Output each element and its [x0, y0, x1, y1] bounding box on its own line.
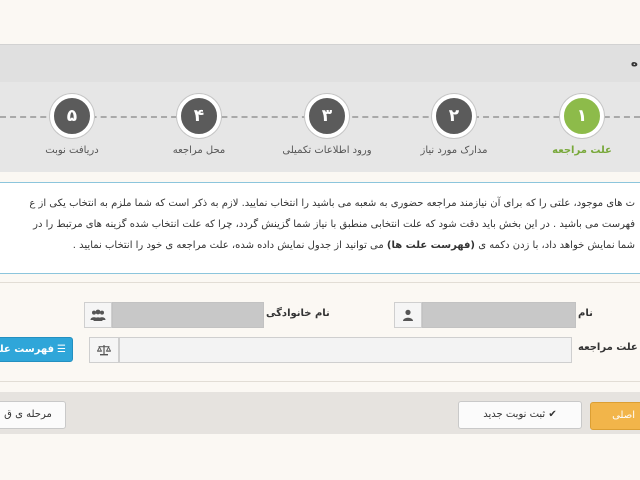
reason-label-text: علت مراجعه: [578, 342, 638, 353]
info-line-1: ت های موجود، علتی را که برای آن نیازمند …: [29, 198, 635, 209]
family-name-input[interactable]: [112, 302, 264, 328]
reason-list-button-label: فهرست علت ها: [0, 344, 55, 355]
users-icon: [84, 302, 112, 328]
main-page-button-label: اصلی: [612, 410, 635, 421]
step-extra-info: ۳ ورود اطلاعات تکمیلی: [282, 94, 372, 156]
list-icon: ☰: [57, 344, 66, 355]
step-circle: ۵: [50, 94, 94, 138]
step-circle: ۲: [432, 94, 476, 138]
step-documents: ۲ مدارک مورد نیاز: [409, 94, 499, 156]
info-line-3: شما نمایش خواهد داد، با زدن دکمه ی (فهرس…: [5, 235, 635, 256]
page-title: ه: [630, 55, 638, 69]
step-label: محل مراجعه: [172, 145, 226, 156]
user-icon: [394, 302, 422, 328]
new-appointment-button[interactable]: ✔ ثبت نوبت جدید: [458, 401, 582, 429]
stepper: ۱ علت مراجعه ۲ مدارک مورد نیاز ۳ ورود اط…: [0, 82, 640, 172]
form-panel: [0, 282, 640, 382]
reason-list-button[interactable]: ☰فهرست علت ها: [0, 337, 73, 362]
top-strip: [0, 0, 640, 44]
step-circle: ۴: [177, 94, 221, 138]
name-input[interactable]: [422, 302, 576, 328]
reason-input[interactable]: [119, 337, 572, 363]
info-box: ت های موجود، علتی را که برای آن نیازمند …: [0, 182, 640, 274]
step-get-appointment: ۵ دریافت نوبت: [27, 94, 117, 156]
step-location: ۴ محل مراجعه: [154, 94, 244, 156]
main-page-button[interactable]: اصلی: [590, 402, 640, 430]
step-circle: ۱: [560, 94, 604, 138]
step-reason: ۱ علت مراجعه: [537, 94, 627, 156]
previous-step-button[interactable]: مرحله ی ق: [0, 401, 66, 429]
step-label: مدارک مورد نیاز: [420, 145, 488, 156]
check-icon: ✔: [548, 409, 557, 420]
info-bold-link-text: (فهرست علت ها): [386, 240, 476, 251]
step-label: ورود اطلاعات تکمیلی: [282, 145, 372, 156]
info-text: شما نمایش خواهد داد، با زدن دکمه ی: [475, 240, 635, 251]
info-text: می توانید از جدول نمایش داده شده، علت مر…: [72, 240, 387, 251]
reason-label: *علت مراجعه: [578, 342, 640, 353]
previous-step-button-label: مرحله ی ق: [4, 409, 52, 420]
step-label: دریافت نوبت: [45, 145, 99, 156]
header-bar: ه: [0, 44, 640, 82]
info-line-2: فهرست می باشید . در این بخش باید دقت شود…: [33, 219, 635, 230]
balance-scale-icon: [89, 337, 119, 363]
step-label: علت مراجعه: [552, 145, 612, 156]
new-appointment-button-label: ثبت نوبت جدید: [483, 409, 546, 420]
step-circle: ۳: [305, 94, 349, 138]
family-name-label: نام خانوادگی: [266, 308, 330, 319]
name-label: نام: [578, 308, 593, 319]
